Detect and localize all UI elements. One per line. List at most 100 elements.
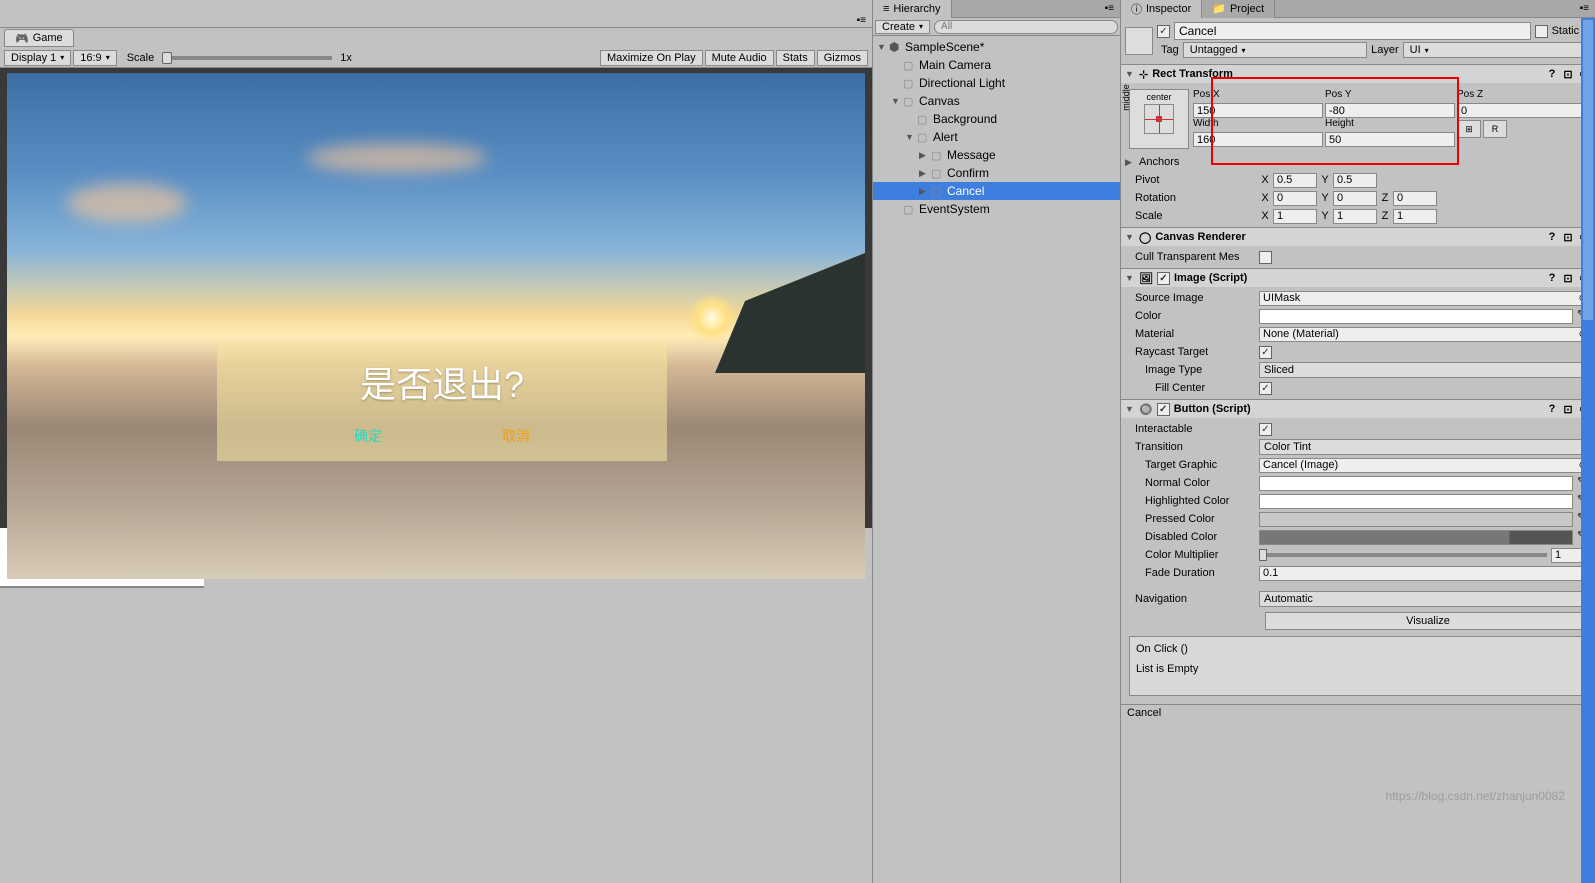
layer-label: Layer <box>1371 44 1399 56</box>
tree-item[interactable]: Alert <box>873 128 1120 146</box>
image-header[interactable]: 🖼 Image (Script) ?⊡⚙ <box>1121 269 1595 287</box>
posy-input[interactable] <box>1325 103 1455 118</box>
expand-arrow-icon[interactable] <box>905 132 915 142</box>
pivot-y-input[interactable] <box>1333 173 1377 188</box>
posx-input[interactable] <box>1193 103 1323 118</box>
scene-row[interactable]: SampleScene* <box>873 38 1120 56</box>
panel-menu-icon[interactable]: ▪≡ <box>851 15 872 26</box>
expand-arrow-icon[interactable] <box>1125 404 1135 414</box>
tree-item[interactable]: Directional Light <box>873 74 1120 92</box>
panel-menu-icon[interactable]: ▪≡ <box>1099 3 1120 14</box>
preset-icon[interactable]: ⊡ <box>1561 67 1575 81</box>
interactable-checkbox[interactable] <box>1259 423 1272 436</box>
panel-menu-icon[interactable]: ▪≡ <box>1574 3 1595 14</box>
tree-item[interactable]: Background <box>873 110 1120 128</box>
normal-color-field[interactable] <box>1259 476 1573 491</box>
layer-dropdown[interactable]: UI <box>1403 42 1587 58</box>
source-image-field[interactable]: UIMask <box>1259 291 1591 306</box>
raycast-checkbox[interactable] <box>1259 346 1272 359</box>
expand-arrow-icon[interactable] <box>919 186 929 197</box>
gizmos-toggle[interactable]: Gizmos <box>817 50 868 66</box>
maximize-toggle[interactable]: Maximize On Play <box>600 50 703 66</box>
search-input[interactable] <box>934 20 1118 34</box>
hierarchy-tab[interactable]: ≡ Hierarchy <box>873 0 952 18</box>
scrollbar[interactable] <box>1581 18 1595 883</box>
mute-audio-toggle[interactable]: Mute Audio <box>705 50 774 66</box>
expand-arrow-icon[interactable] <box>919 168 929 179</box>
height-input[interactable] <box>1325 132 1455 147</box>
tree-item[interactable]: Confirm <box>873 164 1120 182</box>
button-header[interactable]: 🔘 Button (Script) ?⊡⚙ <box>1121 400 1595 418</box>
tree-item[interactable]: Main Camera <box>873 56 1120 74</box>
tree-item[interactable]: Canvas <box>873 92 1120 110</box>
color-field[interactable] <box>1259 309 1573 324</box>
preset-icon[interactable]: ⊡ <box>1561 271 1575 285</box>
blueprint-button[interactable]: ⊞ <box>1457 120 1481 138</box>
gameobject-icon[interactable] <box>1125 27 1153 55</box>
cancel-button[interactable]: 取消 <box>502 426 530 446</box>
static-checkbox[interactable] <box>1535 25 1548 38</box>
help-icon[interactable]: ? <box>1545 271 1559 285</box>
material-field[interactable]: None (Material) <box>1259 327 1591 342</box>
button-enabled-checkbox[interactable] <box>1157 403 1170 416</box>
expand-arrow-icon[interactable] <box>1125 232 1135 242</box>
display-dropdown[interactable]: Display 1 <box>4 50 71 66</box>
fade-duration-input[interactable] <box>1259 566 1591 581</box>
imagetype-dropdown[interactable]: Sliced <box>1259 362 1591 378</box>
help-icon[interactable]: ? <box>1545 402 1559 416</box>
expand-arrow-icon[interactable] <box>1125 157 1135 168</box>
fillcenter-checkbox[interactable] <box>1259 382 1272 395</box>
aspect-dropdown[interactable]: 16:9 <box>73 50 116 66</box>
tree-item[interactable]: Message <box>873 146 1120 164</box>
anchor-preset-button[interactable]: center middle <box>1129 89 1189 149</box>
tree-item-selected[interactable]: Cancel <box>873 182 1120 200</box>
target-graphic-label: Target Graphic <box>1125 459 1255 471</box>
rect-transform-header[interactable]: ⊹ Rect Transform ?⊡⚙ <box>1121 65 1595 83</box>
pressed-color-field[interactable] <box>1259 512 1573 527</box>
scale-z-input[interactable] <box>1393 209 1437 224</box>
rot-x-input[interactable] <box>1273 191 1317 206</box>
scale-handle[interactable] <box>162 52 172 64</box>
inspector-tab[interactable]: ⓘ Inspector <box>1121 0 1202 18</box>
preset-icon[interactable]: ⊡ <box>1561 230 1575 244</box>
canvas-renderer-header[interactable]: ◯ Canvas Renderer ?⊡⚙ <box>1121 228 1595 246</box>
cull-checkbox[interactable] <box>1259 251 1272 264</box>
onclick-list[interactable]: On Click () List is Empty <box>1129 636 1587 696</box>
image-enabled-checkbox[interactable] <box>1157 272 1170 285</box>
color-mult-slider[interactable] <box>1259 553 1547 557</box>
tree-item[interactable]: EventSystem <box>873 200 1120 218</box>
expand-arrow-icon[interactable] <box>1125 273 1135 283</box>
pivot-x-input[interactable] <box>1273 173 1317 188</box>
active-checkbox[interactable] <box>1157 25 1170 38</box>
confirm-button[interactable]: 确定 <box>354 426 382 446</box>
help-icon[interactable]: ? <box>1545 67 1559 81</box>
width-input[interactable] <box>1193 132 1323 147</box>
create-dropdown[interactable]: Create <box>875 20 930 34</box>
scale-slider[interactable] <box>162 56 332 60</box>
raw-edit-button[interactable]: R <box>1483 120 1507 138</box>
preset-icon[interactable]: ⊡ <box>1561 402 1575 416</box>
navigation-dropdown[interactable]: Automatic <box>1259 591 1591 607</box>
expand-arrow-icon[interactable] <box>1125 69 1135 79</box>
expand-arrow-icon[interactable] <box>877 42 887 52</box>
visualize-button[interactable]: Visualize <box>1265 612 1591 630</box>
folder-icon: 📁 <box>1212 2 1226 15</box>
scale-x-input[interactable] <box>1273 209 1317 224</box>
stats-toggle[interactable]: Stats <box>776 50 815 66</box>
rot-y-input[interactable] <box>1333 191 1377 206</box>
tag-dropdown[interactable]: Untagged <box>1183 42 1367 58</box>
expand-arrow-icon[interactable] <box>919 150 929 161</box>
help-icon[interactable]: ? <box>1545 230 1559 244</box>
project-tab[interactable]: 📁 Project <box>1202 0 1275 18</box>
disabled-color-field[interactable] <box>1259 530 1573 545</box>
posz-input[interactable] <box>1457 103 1587 118</box>
game-tab[interactable]: 🎮 Game <box>4 29 74 47</box>
target-graphic-field[interactable]: Cancel (Image) <box>1259 458 1591 473</box>
rot-z-input[interactable] <box>1393 191 1437 206</box>
expand-arrow-icon[interactable] <box>891 96 901 106</box>
transition-dropdown[interactable]: Color Tint <box>1259 439 1591 455</box>
scrollbar-thumb[interactable] <box>1583 20 1593 320</box>
object-name-input[interactable] <box>1174 22 1531 40</box>
scale-y-input[interactable] <box>1333 209 1377 224</box>
highlighted-color-field[interactable] <box>1259 494 1573 509</box>
